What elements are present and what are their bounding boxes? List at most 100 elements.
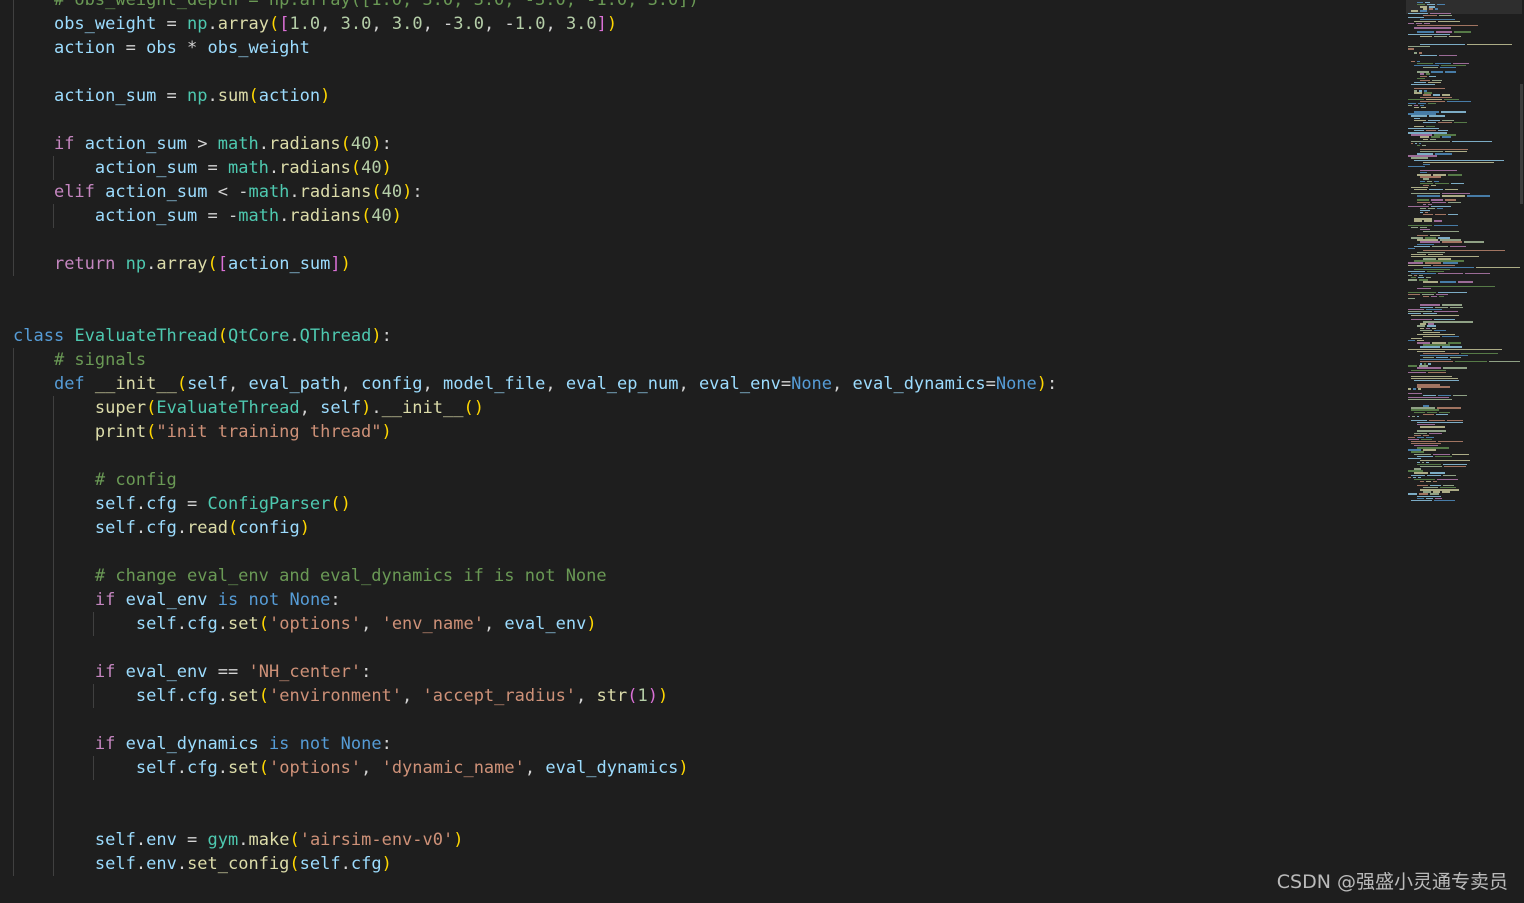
code-token: [ [279, 14, 290, 34]
minimap-line [1465, 272, 1491, 275]
code-editor[interactable]: # obs_weight_depth = np.array([1.0, 3.0,… [0, 0, 1524, 903]
code-token: ( [627, 686, 638, 706]
code-line[interactable]: self.cfg.read(config) [13, 516, 310, 540]
minimap-line [1423, 230, 1460, 233]
minimap-line [1417, 386, 1451, 388]
code-line[interactable]: elif action_sum < -math.radians(40): [13, 180, 423, 204]
minimap-line [1442, 195, 1466, 197]
code-token: not [248, 590, 280, 610]
code-line[interactable]: # change eval_env and eval_dynamics if i… [13, 564, 607, 588]
code-line[interactable]: class EvaluateThread(QtCore.QThread): [13, 324, 392, 348]
code-token: ( [463, 398, 474, 418]
minimap-line [1448, 174, 1462, 176]
code-line[interactable]: if eval_dynamics is not None: [13, 732, 392, 756]
code-token: , [340, 374, 362, 394]
code-line[interactable]: super(EvaluateThread, self).__init__() [13, 396, 484, 420]
minimap-line [1408, 104, 1413, 107]
code-line[interactable]: action_sum = np.sum(action) [13, 84, 330, 108]
minimap-line [1408, 298, 1416, 300]
vertical-scrollbar-thumb[interactable] [1520, 84, 1523, 204]
code-line[interactable]: self.cfg = ConfigParser() [13, 492, 351, 516]
code-token: ConfigParser [207, 494, 331, 514]
code-token: if [94, 662, 116, 682]
minimap-line [1435, 182, 1449, 184]
code-line[interactable]: if eval_env is not None: [13, 588, 341, 612]
code-token: eval_path [248, 374, 341, 394]
code-token: ( [361, 206, 372, 226]
code-token: . [135, 830, 147, 850]
code-token: ( [228, 518, 239, 538]
code-token: "init training thread" [156, 422, 382, 442]
code-token: self [94, 494, 136, 514]
code-token: 40 [350, 134, 372, 154]
code-token: cfg [146, 518, 177, 538]
code-token: 3.0 [391, 14, 423, 34]
minimap-line [1414, 92, 1423, 94]
minimap-line [1438, 440, 1464, 443]
code-line[interactable]: if action_sum > math.radians(40): [13, 132, 392, 156]
code-token: ) [381, 422, 392, 442]
code-token: eval_env [125, 662, 208, 682]
code-line[interactable]: action_sum = math.radians(40) [13, 156, 392, 180]
code-token: ) [381, 158, 392, 178]
minimap-line [1453, 394, 1467, 397]
code-line[interactable]: # signals [13, 348, 146, 372]
code-token: ( [258, 614, 269, 634]
code-token: : [412, 182, 423, 202]
code-token: 3.0 [453, 14, 485, 34]
minimap-line [1423, 67, 1439, 69]
code-line[interactable]: # obs_weight_depth = np.array([1.0, 3.0,… [13, 0, 699, 12]
code-token: obs [146, 38, 177, 58]
code-token: set_config [187, 854, 290, 874]
code-token: action_sum [94, 158, 198, 178]
code-line[interactable]: self.env.set_config(self.cfg) [13, 852, 392, 876]
code-token: . [176, 614, 188, 634]
code-token: ( [217, 326, 228, 346]
code-token: : [330, 590, 341, 610]
code-token: np [187, 14, 208, 34]
minimap-line [1414, 245, 1431, 247]
code-token: : [1047, 374, 1058, 394]
code-line[interactable]: self.cfg.set('environment', 'accept_radi… [13, 684, 668, 708]
code-token: sum [217, 86, 249, 106]
code-line[interactable]: if eval_env == 'NH_center': [13, 660, 371, 684]
code-token: action_sum [94, 206, 198, 226]
code-line[interactable]: obs_weight = np.array([1.0, 3.0, 3.0, -3… [13, 12, 617, 36]
code-line[interactable]: def __init__(self, eval_path, config, mo… [13, 372, 1057, 396]
code-token: 40 [371, 206, 392, 226]
minimap-line [1420, 35, 1433, 37]
code-line[interactable]: action_sum = -math.radians(40) [13, 204, 402, 228]
code-line[interactable]: return np.array([action_sum]) [13, 252, 351, 276]
code-token: set [228, 686, 259, 706]
code-token: eval_env [698, 374, 781, 394]
code-token: 'dynamic_name' [381, 758, 525, 778]
code-line[interactable]: self.env = gym.make('airsim-env-v0') [13, 828, 464, 852]
code-line[interactable]: # config [13, 468, 177, 492]
minimap[interactable] [1406, 0, 1522, 903]
minimap-line [1441, 136, 1451, 138]
minimap-line [1438, 121, 1452, 124]
code-line[interactable]: self.cfg.set('options', 'dynamic_name', … [13, 756, 689, 780]
code-line[interactable]: print("init training thread") [13, 420, 392, 444]
code-token: ] [596, 14, 607, 34]
code-token: ) [371, 326, 382, 346]
code-token: . [238, 830, 249, 850]
code-token: = [156, 14, 188, 34]
minimap-line [1428, 75, 1436, 77]
code-token: ( [248, 86, 259, 106]
code-token: config [361, 374, 423, 394]
minimap-line [1436, 407, 1461, 409]
code-line[interactable]: self.cfg.set('options', 'env_name', eval… [13, 612, 597, 636]
minimap-line [1420, 54, 1438, 56]
code-token: ( [207, 254, 218, 274]
code-token: self [135, 686, 177, 706]
code-token: radians [268, 134, 341, 154]
code-token: action_sum [53, 86, 157, 106]
code-text-area[interactable]: # obs_weight_depth = np.array([1.0, 3.0,… [0, 0, 1400, 903]
minimap-line [1420, 480, 1425, 483]
code-token: np [187, 86, 208, 106]
indent-guide [13, 0, 14, 276]
code-line[interactable]: action = obs * obs_weight [13, 36, 310, 60]
